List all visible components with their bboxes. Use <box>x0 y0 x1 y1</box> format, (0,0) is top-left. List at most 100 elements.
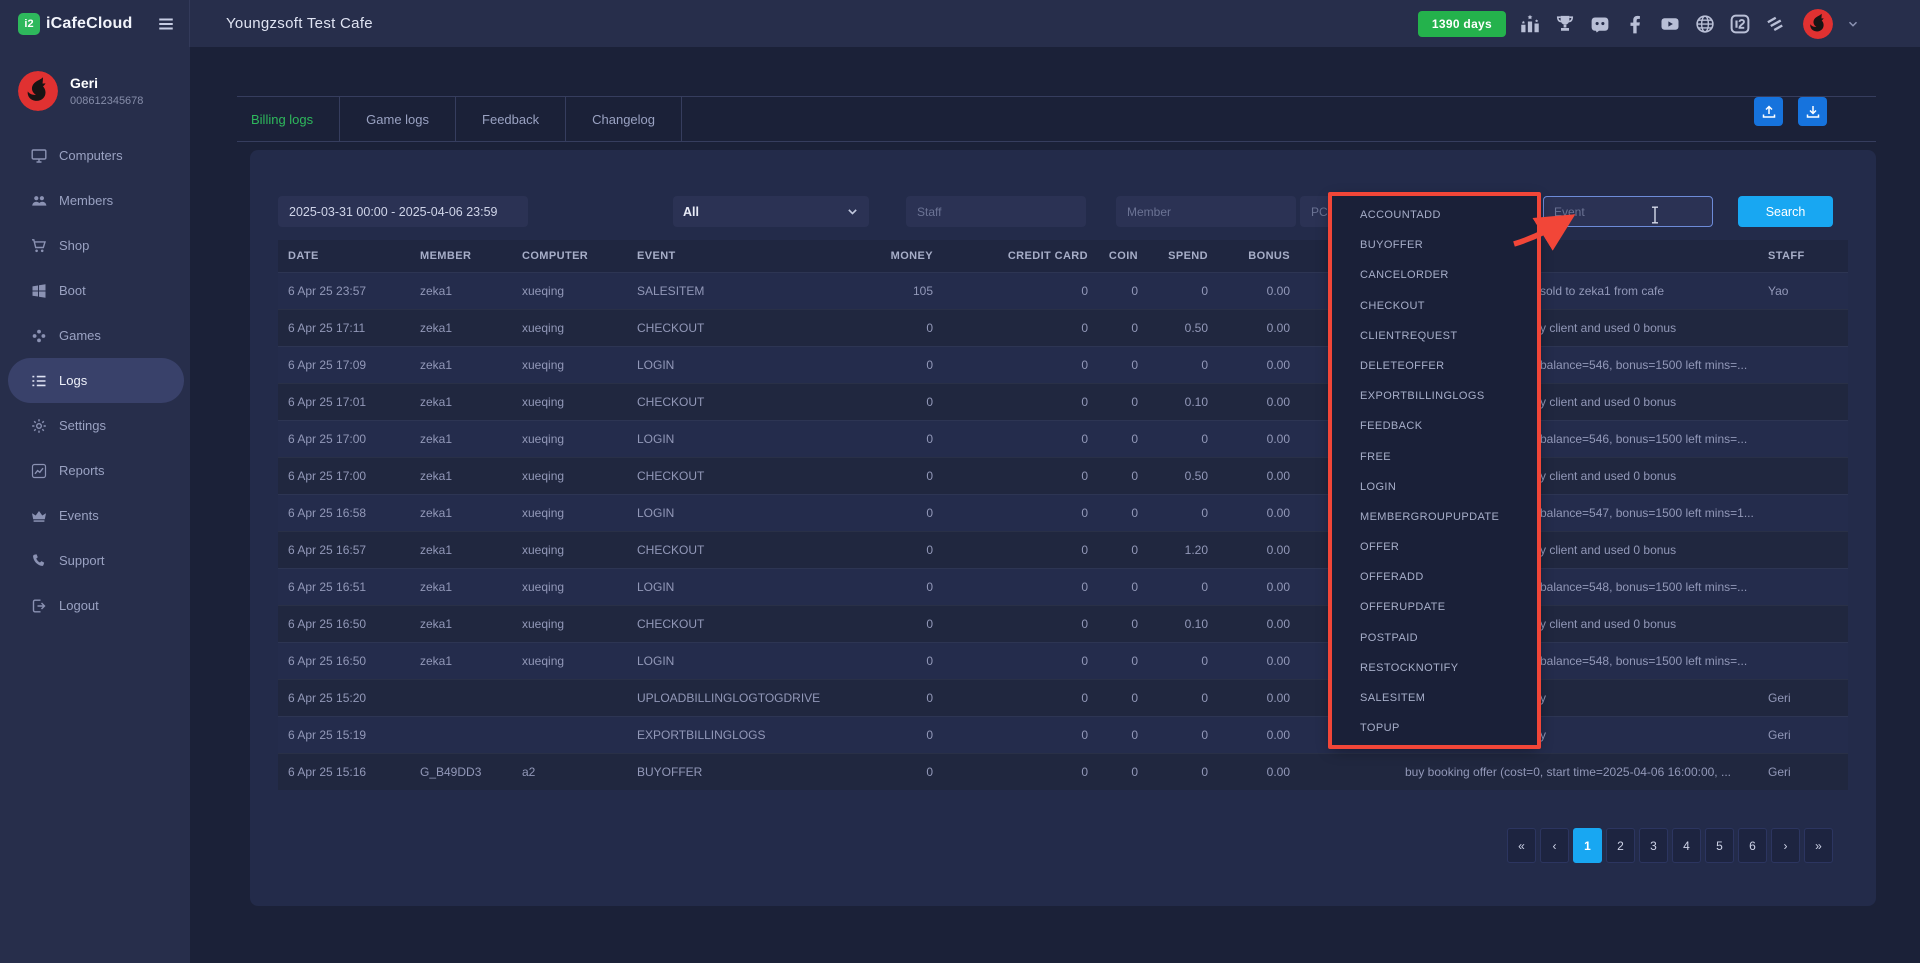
table-body: 6 Apr 25 23:57zeka1xueqingSALESITEM10500… <box>278 272 1848 790</box>
dropdown-option-topup[interactable]: TOPUP <box>1332 713 1537 743</box>
page-button-2[interactable]: 2 <box>1606 828 1635 863</box>
cell-date: 6 Apr 25 15:20 <box>278 691 410 705</box>
tab-billing-logs[interactable]: Billing logs <box>237 97 340 141</box>
user-avatar[interactable] <box>1803 9 1833 39</box>
avatar[interactable] <box>18 71 58 111</box>
dropdown-option-deleteoffer[interactable]: DELETEOFFER <box>1332 351 1537 381</box>
page-button-4[interactable]: 4 <box>1672 828 1701 863</box>
cell-coin: 0 <box>1090 395 1140 409</box>
globe-icon[interactable] <box>1694 13 1716 35</box>
page-button-1[interactable]: 1 <box>1573 828 1602 863</box>
user-phone: 008612345678 <box>70 95 143 107</box>
dropdown-option-login[interactable]: LOGIN <box>1332 472 1537 502</box>
ranking-icon[interactable] <box>1519 13 1541 35</box>
upload-button[interactable] <box>1754 97 1783 126</box>
sidebar-item-support[interactable]: Support <box>0 538 190 583</box>
sidebar-item-events[interactable]: Events <box>0 493 190 538</box>
first-page-button[interactable]: « <box>1507 828 1536 863</box>
license-days-badge[interactable]: 1390 days <box>1418 11 1506 37</box>
dropdown-option-restocknotify[interactable]: RESTOCKNOTIFY <box>1332 653 1537 683</box>
dropdown-option-cancelorder[interactable]: CANCELORDER <box>1332 260 1537 290</box>
dropdown-option-membergroupupdate[interactable]: MEMBERGROUPUPDATE <box>1332 502 1537 532</box>
dropdown-option-checkout[interactable]: CHECKOUT <box>1332 291 1537 321</box>
users-icon <box>30 192 47 209</box>
column-header-event: EVENT <box>627 250 858 262</box>
page-button-6[interactable]: 6 <box>1738 828 1767 863</box>
cell-event: LOGIN <box>627 506 858 520</box>
search-button[interactable]: Search <box>1738 196 1833 227</box>
cell-computer: xueqing <box>512 580 627 594</box>
sidebar-item-label: Events <box>59 508 99 523</box>
sidebar-item-computers[interactable]: Computers <box>0 133 190 178</box>
dropdown-option-feedback[interactable]: FEEDBACK <box>1332 411 1537 441</box>
cell-date: 6 Apr 25 15:16 <box>278 765 410 779</box>
page-button-3[interactable]: 3 <box>1639 828 1668 863</box>
trophy-icon[interactable] <box>1554 13 1576 35</box>
cell-spend: 0 <box>1140 580 1210 594</box>
cell-computer: xueqing <box>512 654 627 668</box>
sidebar-item-boot[interactable]: Boot <box>0 268 190 313</box>
event-type-dropdown: ACCOUNTADDBUYOFFERCANCELORDERCHECKOUTCLI… <box>1332 196 1537 745</box>
column-header-member: MEMBER <box>410 250 512 262</box>
prev-page-button[interactable]: ‹ <box>1540 828 1569 863</box>
sidebar-item-shop[interactable]: Shop <box>0 223 190 268</box>
sidebar-toggle-hamburger-icon[interactable] <box>157 15 175 33</box>
column-header-spend: SPEND <box>1140 250 1210 262</box>
cell-event: UPLOADBILLINGLOGTOGDRIVE <box>627 691 858 705</box>
facebook-icon[interactable] <box>1624 13 1646 35</box>
dropdown-option-offer[interactable]: OFFER <box>1332 532 1537 562</box>
download-button[interactable] <box>1798 97 1827 126</box>
sidebar-item-reports[interactable]: Reports <box>0 448 190 493</box>
sidebar-item-settings[interactable]: Settings <box>0 403 190 448</box>
cell-member: zeka1 <box>410 432 512 446</box>
dropdown-option-salesitem[interactable]: SALESITEM <box>1332 683 1537 713</box>
dropdown-option-exportbillinglogs[interactable]: EXPORTBILLINGLOGS <box>1332 381 1537 411</box>
dropdown-option-clientrequest[interactable]: CLIENTREQUEST <box>1332 321 1537 351</box>
sidebar-item-games[interactable]: Games <box>0 313 190 358</box>
cell-staff: Geri <box>1758 728 1848 742</box>
cell-spend: 0 <box>1140 765 1210 779</box>
dropdown-option-buyoffer[interactable]: BUYOFFER <box>1332 230 1537 260</box>
cell-coin: 0 <box>1090 469 1140 483</box>
cafe-title: Youngzsoft Test Cafe <box>226 15 373 32</box>
youtube-icon[interactable] <box>1659 13 1681 35</box>
tab-feedback[interactable]: Feedback <box>456 97 566 141</box>
dropdown-option-postpaid[interactable]: POSTPAID <box>1332 623 1537 653</box>
log-type-select[interactable]: All <box>673 196 869 227</box>
youngzsoft-icon[interactable] <box>1764 13 1786 35</box>
cell-money: 0 <box>858 617 935 631</box>
dropdown-option-accountadd[interactable]: ACCOUNTADD <box>1332 200 1537 230</box>
app-root: i2 iCafeCloud Youngzsoft Test Cafe 1390 … <box>0 0 1920 963</box>
sidebar-item-logout[interactable]: Logout <box>0 583 190 628</box>
topbar-actions: 1390 days <box>1418 9 1860 39</box>
date-range-input[interactable] <box>278 196 528 227</box>
logo[interactable]: i2 iCafeCloud <box>0 0 190 47</box>
icafecloud-icon[interactable] <box>1729 13 1751 35</box>
dropdown-option-offeradd[interactable]: OFFERADD <box>1332 562 1537 592</box>
sidebar-item-label: Support <box>59 553 105 568</box>
dropdown-option-offerupdate[interactable]: OFFERUPDATE <box>1332 592 1537 622</box>
event-filter-input[interactable] <box>1543 196 1713 227</box>
sidebar-item-logs[interactable]: Logs <box>8 358 184 403</box>
table-row: 6 Apr 25 16:58zeka1xueqingLOGIN00000.00b… <box>278 494 1848 531</box>
staff-filter-input[interactable] <box>906 196 1086 227</box>
cell-bonus: 0.00 <box>1210 395 1292 409</box>
dropdown-option-free[interactable]: FREE <box>1332 442 1537 472</box>
page-button-5[interactable]: 5 <box>1705 828 1734 863</box>
cell-money: 0 <box>858 432 935 446</box>
tab-game-logs[interactable]: Game logs <box>340 97 456 141</box>
chevron-down-icon[interactable] <box>1846 17 1860 31</box>
last-page-button[interactable]: » <box>1804 828 1833 863</box>
gear-icon <box>30 417 47 434</box>
cell-money: 0 <box>858 469 935 483</box>
cell-event: SALESITEM <box>627 284 858 298</box>
discord-icon[interactable] <box>1589 13 1611 35</box>
sidebar-item-members[interactable]: Members <box>0 178 190 223</box>
cell-staff: Geri <box>1758 765 1848 779</box>
cell-date: 6 Apr 25 15:19 <box>278 728 410 742</box>
tab-changelog[interactable]: Changelog <box>566 97 682 141</box>
member-filter-input[interactable] <box>1116 196 1296 227</box>
cell-member: zeka1 <box>410 469 512 483</box>
cell-member: zeka1 <box>410 654 512 668</box>
next-page-button[interactable]: › <box>1771 828 1800 863</box>
